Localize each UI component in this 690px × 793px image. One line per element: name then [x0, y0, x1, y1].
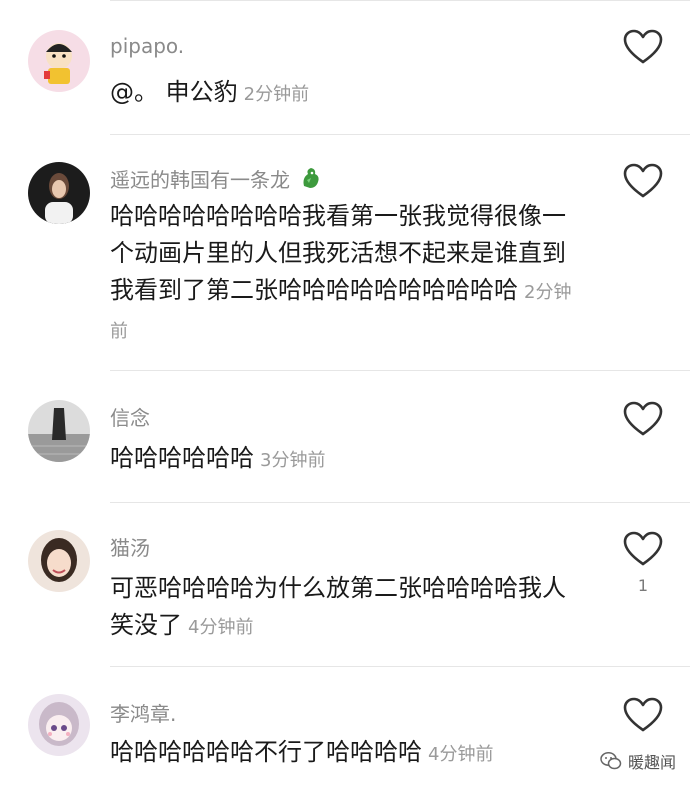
comment-item: 信念 哈哈哈哈哈哈 3分钟前	[0, 370, 690, 502]
comment-text: 哈哈哈哈哈哈哈哈我看第一张我觉得很像一个动画片里的人但我死活想不起来是谁直到我看…	[110, 202, 566, 304]
heart-outline-icon	[623, 29, 663, 64]
comment-time: 2分钟前	[243, 84, 310, 105]
heart-outline-icon	[623, 163, 663, 198]
comment-username[interactable]: 李鸿章.	[110, 698, 176, 727]
dragon-icon	[300, 166, 322, 195]
like-button[interactable]	[622, 162, 664, 200]
comment-time: 4分钟前	[428, 744, 494, 765]
avatar[interactable]	[28, 162, 90, 224]
comment-text: 哈哈哈哈哈哈	[110, 444, 254, 472]
avatar[interactable]	[28, 530, 90, 592]
comment-username-text: 遥远的韩国有一条龙	[110, 168, 290, 192]
comment-username[interactable]: pipapo.	[110, 34, 184, 58]
heart-outline-icon	[623, 697, 663, 732]
comment-username[interactable]: 猫汤	[110, 532, 150, 561]
avatar[interactable]	[28, 30, 90, 92]
heart-outline-icon	[623, 531, 663, 566]
comment-username[interactable]: 遥远的韩国有一条龙	[110, 164, 322, 195]
comment-time: 4分钟前	[188, 617, 254, 638]
wechat-icon	[600, 752, 622, 770]
like-button[interactable]	[622, 400, 664, 438]
like-button[interactable]	[622, 696, 664, 734]
comment-text-line: 哈哈哈哈哈哈不行了哈哈哈哈 4分钟前	[110, 734, 580, 773]
like-count: 1	[637, 576, 649, 595]
watermark-label: 暖趣闻	[627, 753, 676, 772]
comment-username[interactable]: 信念	[110, 402, 150, 431]
comment-item: 遥远的韩国有一条龙 哈哈哈哈哈哈哈哈我看第一张我觉得很像一个动画片里的人但我死活…	[0, 134, 690, 370]
comment-time: 3分钟前	[260, 450, 326, 471]
like-button[interactable]	[622, 530, 664, 568]
comment-item: 猫汤 可恶哈哈哈哈为什么放第二张哈哈哈哈我人笑没了 4分钟前 1	[0, 502, 690, 666]
avatar[interactable]	[28, 694, 90, 756]
comment-item: pipapo. @。 申公豹 2分钟前	[0, 0, 690, 134]
watermark: 暖趣闻	[600, 749, 676, 773]
avatar[interactable]	[28, 400, 90, 462]
like-button[interactable]	[622, 28, 664, 66]
comment-text-line: @。 申公豹 2分钟前	[110, 74, 580, 113]
comment-text-line: 哈哈哈哈哈哈 3分钟前	[110, 440, 580, 479]
heart-outline-icon	[623, 401, 663, 436]
comment-text: @。 申公豹	[110, 78, 238, 106]
comment-text-line: 可恶哈哈哈哈为什么放第二张哈哈哈哈我人笑没了 4分钟前	[110, 570, 580, 646]
comment-text: 可恶哈哈哈哈为什么放第二张哈哈哈哈我人笑没了	[110, 574, 566, 639]
comment-text: 哈哈哈哈哈哈不行了哈哈哈哈	[110, 738, 422, 766]
comment-item: 李鸿章. 哈哈哈哈哈哈不行了哈哈哈哈 4分钟前	[0, 666, 690, 793]
comment-text-line: 哈哈哈哈哈哈哈哈我看第一张我觉得很像一个动画片里的人但我死活想不起来是谁直到我看…	[110, 198, 580, 350]
